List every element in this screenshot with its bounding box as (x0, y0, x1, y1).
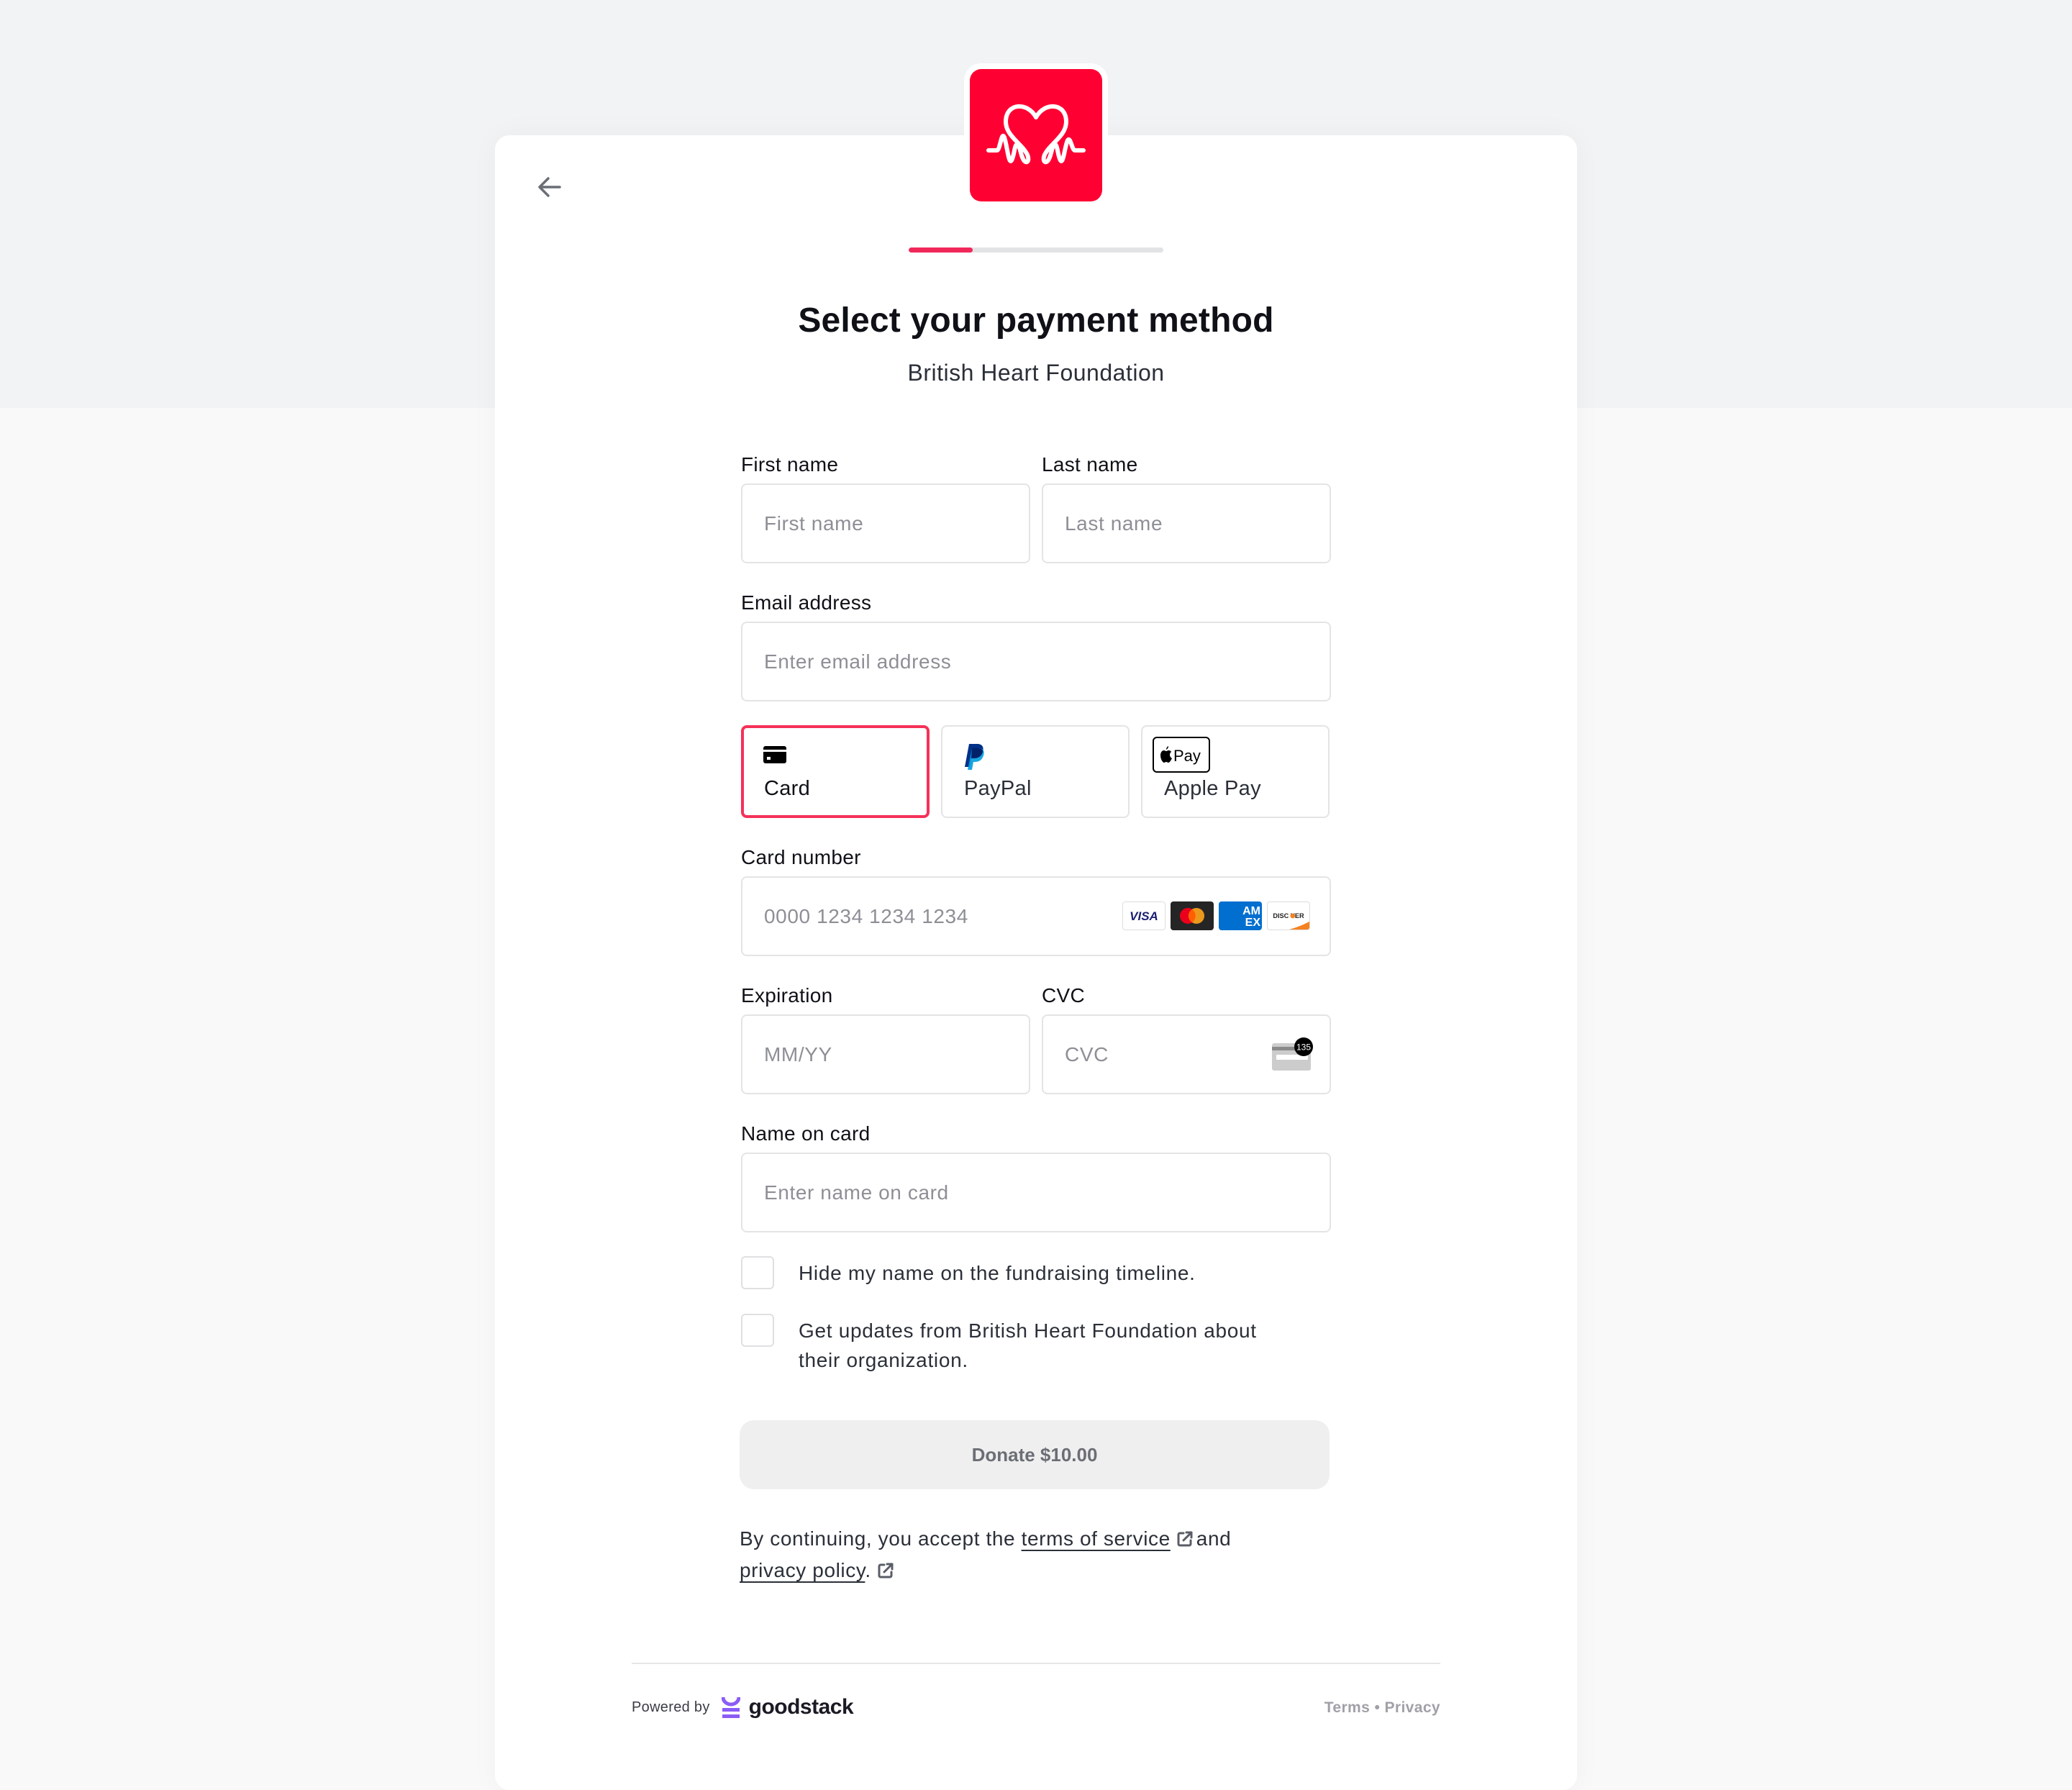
legal-prefix: By continuing, you accept the (740, 1527, 1016, 1550)
goodstack-icon (721, 1696, 740, 1718)
org-logo (970, 69, 1102, 201)
email-input[interactable] (741, 622, 1331, 701)
mastercard-icon (1171, 901, 1214, 930)
payment-method-paypal[interactable]: PayPal (941, 725, 1130, 818)
svg-text:EX: EX (1245, 917, 1261, 929)
powered-by: Powered by goodstack (632, 1695, 854, 1719)
payment-method-label: Card (764, 777, 811, 800)
name-on-card-input[interactable] (741, 1153, 1331, 1232)
apple-pay-icon: Pay (1153, 737, 1210, 776)
card-number-label: Card number (741, 846, 861, 868)
name-on-card-label: Name on card (741, 1122, 871, 1145)
heart-pulse-icon (986, 104, 1086, 165)
organization-name: British Heart Foundation (907, 360, 1165, 386)
svg-text:AM: AM (1242, 905, 1260, 917)
external-link-icon (877, 1558, 894, 1587)
legal-middle: and (1196, 1527, 1232, 1550)
email-label: Email address (741, 591, 872, 614)
discover-icon: DISC VER (1267, 901, 1310, 930)
footer-separator: • (1374, 1699, 1381, 1716)
first-name-input[interactable] (741, 483, 1030, 563)
visa-icon: VISA (1122, 901, 1166, 930)
footer-terms-link[interactable]: Terms (1324, 1699, 1370, 1716)
progress-bar (909, 247, 1163, 253)
footer-privacy-link[interactable]: Privacy (1384, 1699, 1440, 1716)
terms-of-service-link[interactable]: terms of service (1022, 1527, 1171, 1550)
progress-fill (909, 247, 973, 253)
page-title: Select your payment method (798, 301, 1274, 340)
donate-button[interactable]: Donate $10.00 (740, 1420, 1330, 1489)
card-brand-logos: VISA AM EX DISC VER (1122, 901, 1310, 930)
arrow-left-icon (538, 177, 561, 197)
credit-card-icon (763, 742, 787, 771)
svg-text:VISA: VISA (1130, 909, 1158, 923)
svg-text:Pay: Pay (1173, 747, 1201, 765)
svg-text:DISC VER: DISC VER (1273, 912, 1304, 919)
footer-divider (632, 1663, 1440, 1664)
legal-text: By continuing, you accept the terms of s… (740, 1524, 1330, 1587)
hide-name-label: Hide my name on the fundraising timeline… (799, 1262, 1196, 1284)
external-link-icon (1176, 1526, 1194, 1555)
updates-checkbox[interactable] (741, 1314, 774, 1347)
cvc-label: CVC (1042, 984, 1086, 1007)
payment-method-card[interactable]: Card (741, 725, 930, 818)
org-logo-frame (964, 63, 1108, 207)
privacy-policy-link[interactable]: privacy policy (740, 1559, 865, 1581)
back-button[interactable] (532, 170, 567, 204)
last-name-label: Last name (1042, 453, 1138, 476)
legal-suffix: . (865, 1559, 871, 1581)
footer-links: Terms • Privacy (1324, 1699, 1440, 1717)
payment-method-apple-pay[interactable]: Pay Apple Pay (1141, 725, 1330, 818)
amex-icon: AM EX (1219, 901, 1262, 930)
last-name-input[interactable] (1042, 483, 1331, 563)
expiration-label: Expiration (741, 984, 833, 1007)
cvc-card-icon: 135 (1271, 1037, 1315, 1074)
payment-method-label: Apple Pay (1164, 777, 1261, 800)
first-name-label: First name (741, 453, 839, 476)
hide-name-checkbox[interactable] (741, 1256, 774, 1289)
goodstack-wordmark: goodstack (748, 1695, 854, 1719)
expiration-input[interactable] (741, 1014, 1030, 1094)
goodstack-logo[interactable]: goodstack (721, 1695, 854, 1719)
powered-by-text: Powered by (632, 1699, 710, 1715)
paypal-icon (963, 742, 987, 775)
payment-method-label: PayPal (964, 777, 1032, 800)
updates-label: Get updates from British Heart Foundatio… (799, 1319, 1257, 1371)
cvc-icon-number: 135 (1296, 1042, 1311, 1053)
